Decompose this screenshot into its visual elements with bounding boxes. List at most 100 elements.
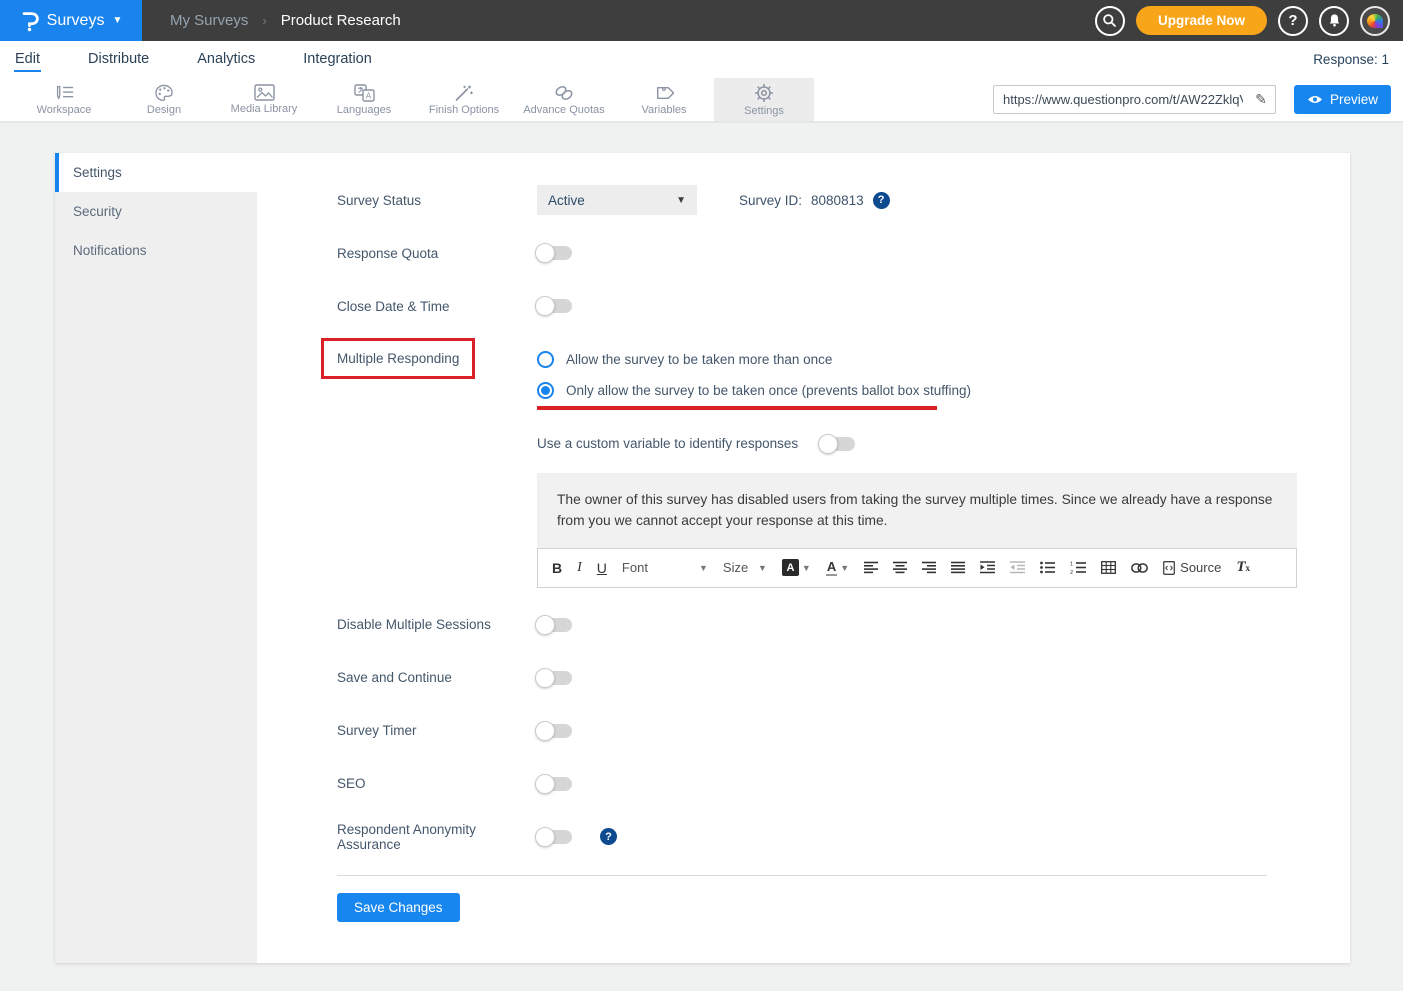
save-changes-button[interactable]: Save Changes — [337, 893, 460, 922]
remove-format-x: x — [1246, 563, 1251, 573]
workspace-icon — [53, 84, 75, 102]
svg-text:A: A — [365, 91, 371, 100]
radio-allow-multiple[interactable]: Allow the survey to be taken more than o… — [537, 351, 971, 368]
bullet-list-button[interactable] — [1040, 561, 1055, 574]
close-date-label: Close Date & Time — [337, 299, 537, 314]
response-quota-toggle[interactable] — [537, 246, 572, 260]
toggle-knob — [535, 721, 555, 741]
survey-timer-label: Survey Timer — [337, 723, 537, 738]
survey-id-help-icon[interactable]: ? — [873, 192, 890, 209]
breadcrumb-my-surveys[interactable]: My Surveys — [170, 12, 248, 29]
survey-url-input[interactable] — [994, 92, 1247, 107]
eye-icon — [1307, 94, 1323, 105]
bell-icon — [1327, 13, 1342, 28]
italic-button[interactable]: I — [577, 560, 582, 576]
save-continue-toggle[interactable] — [537, 671, 572, 685]
disabled-message-editor: The owner of this survey has disabled us… — [537, 473, 1297, 588]
upgrade-now-button[interactable]: Upgrade Now — [1136, 6, 1267, 35]
align-right-button[interactable] — [922, 561, 936, 574]
help-button[interactable]: ? — [1278, 6, 1308, 36]
sidebar-item-notifications[interactable]: Notifications — [55, 231, 257, 270]
close-date-toggle[interactable] — [537, 299, 572, 313]
font-select[interactable]: Font ▼ — [622, 560, 708, 575]
anonymity-help-icon[interactable]: ? — [600, 828, 617, 845]
tab-integration[interactable]: Integration — [302, 47, 373, 72]
insert-table-button[interactable] — [1101, 561, 1116, 574]
section-nav: Edit Distribute Analytics Integration Re… — [0, 41, 1403, 78]
settings-main: Survey Status Active ▼ Survey ID: 808081… — [257, 153, 1350, 963]
notifications-button[interactable] — [1319, 6, 1349, 36]
preview-button[interactable]: Preview — [1294, 85, 1391, 114]
app-title: Surveys — [47, 12, 105, 30]
radio-only-once[interactable]: Only allow the survey to be taken once (… — [537, 382, 971, 399]
user-avatar[interactable] — [1360, 6, 1390, 36]
text-color-icon: A — [826, 560, 837, 576]
indent-increase-button[interactable] — [980, 561, 995, 574]
translate-icon: A — [354, 84, 375, 102]
toolbar-item-finish-options[interactable]: Finish Options — [414, 78, 514, 121]
disabled-message-text[interactable]: The owner of this survey has disabled us… — [537, 473, 1297, 548]
indent-decrease-button[interactable] — [1010, 561, 1025, 574]
size-select[interactable]: Size ▼ — [723, 560, 767, 575]
chevron-down-icon: ▼ — [802, 563, 811, 573]
toolbar-item-settings[interactable]: Settings — [714, 78, 814, 121]
remove-format-button[interactable]: Tx — [1236, 559, 1250, 576]
chain-links-icon — [553, 84, 575, 102]
sidebar-item-settings[interactable]: Settings — [55, 153, 257, 192]
toolbar-right: ✎ Preview — [993, 78, 1403, 121]
search-button[interactable] — [1095, 6, 1125, 36]
page-background: Settings Security Notifications Survey S… — [0, 123, 1403, 991]
toolbar-item-variables[interactable]: Variables — [614, 78, 714, 121]
underline-button[interactable]: U — [597, 560, 607, 576]
chevron-down-icon: ▼ — [699, 563, 708, 573]
insert-link-button[interactable] — [1131, 563, 1148, 573]
background-color-button[interactable]: A ▼ — [782, 559, 811, 576]
toolbar-item-media-library[interactable]: Media Library — [214, 78, 314, 121]
response-count[interactable]: Response: 1 — [1313, 52, 1389, 67]
seo-row: SEO — [337, 769, 1310, 799]
anonymity-row: Respondent Anonymity Assurance ? — [337, 822, 1310, 852]
survey-timer-toggle[interactable] — [537, 724, 572, 738]
disable-sessions-toggle[interactable] — [537, 618, 572, 632]
sidebar-item-security[interactable]: Security — [55, 192, 257, 231]
align-center-button[interactable] — [893, 561, 907, 574]
multiple-responding-label: Multiple Responding — [337, 351, 459, 366]
breadcrumb-separator-icon: › — [262, 13, 266, 28]
source-button[interactable]: Source — [1163, 560, 1221, 575]
justify-button[interactable] — [951, 561, 965, 574]
breadcrumb: My Surveys › Product Research — [170, 12, 401, 29]
align-left-button[interactable] — [864, 561, 878, 574]
multiple-responding-options: Allow the survey to be taken more than o… — [537, 349, 971, 410]
toolbar-item-advance-quotas[interactable]: Advance Quotas — [514, 78, 614, 121]
toggle-knob — [535, 668, 555, 688]
radio-selected-icon — [537, 382, 554, 399]
custom-variable-toggle[interactable] — [820, 437, 855, 451]
toolbar-item-workspace[interactable]: Workspace — [14, 78, 114, 121]
survey-id-group: Survey ID: 8080813 — [739, 193, 864, 208]
gear-icon — [754, 83, 774, 103]
edit-url-pencil-icon[interactable]: ✎ — [1247, 91, 1275, 108]
seo-toggle[interactable] — [537, 777, 572, 791]
bold-button[interactable]: B — [552, 560, 562, 576]
seo-label: SEO — [337, 776, 537, 791]
palette-icon — [154, 84, 174, 102]
numbered-list-button[interactable]: 12 — [1070, 561, 1086, 574]
toggle-knob — [535, 827, 555, 847]
toolbar-item-design[interactable]: Design — [114, 78, 214, 121]
rich-text-toolbar: B I U Font ▼ Size ▼ A ▼ — [537, 548, 1297, 588]
tag-icon — [654, 84, 674, 102]
save-continue-row: Save and Continue — [337, 663, 1310, 693]
survey-status-value: Active — [548, 193, 585, 208]
tab-edit[interactable]: Edit — [14, 47, 41, 72]
svg-text:1: 1 — [1070, 562, 1073, 568]
magic-wand-icon — [454, 84, 474, 102]
text-color-button[interactable]: A ▼ — [826, 560, 849, 576]
radio-unselected-icon — [537, 351, 554, 368]
survey-status-select[interactable]: Active ▼ — [537, 185, 697, 215]
app-switcher[interactable]: Surveys ▼ — [0, 0, 142, 41]
toolbar-item-languages[interactable]: A Languages — [314, 78, 414, 121]
tab-analytics[interactable]: Analytics — [196, 47, 256, 72]
tab-distribute[interactable]: Distribute — [87, 47, 150, 72]
toggle-knob — [535, 243, 555, 263]
anonymity-toggle[interactable] — [537, 830, 572, 844]
